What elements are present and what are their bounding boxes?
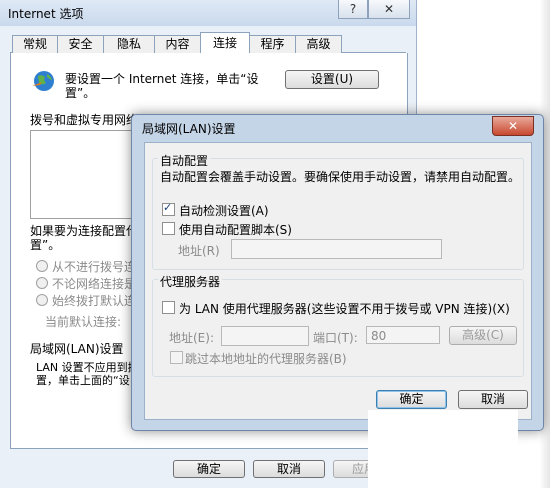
tab-programs[interactable]: 程序 xyxy=(249,35,296,53)
lan-dialog-close-button[interactable]: ✕ xyxy=(492,116,534,136)
bypass-local-label: 跳过本地地址的代理服务器(B) xyxy=(185,352,347,366)
tab-advanced[interactable]: 高级 xyxy=(295,35,342,53)
window-title: Internet 选项 xyxy=(8,7,84,21)
bypass-local-checkbox[interactable] xyxy=(170,351,183,364)
auto-config-address-input[interactable] xyxy=(231,239,442,259)
use-proxy-label: 为 LAN 使用代理服务器(这些设置不用于拨号或 VPN 连接)(X) xyxy=(179,302,510,316)
current-default-label: 当前默认连接: xyxy=(45,315,122,329)
lan-heading: 局域网(LAN)设置 xyxy=(30,342,124,356)
auto-config-script-label: 使用自动配置脚本(S) xyxy=(179,223,292,237)
auto-config-legend: 自动配置 xyxy=(158,152,211,169)
tab-privacy[interactable]: 隐私 xyxy=(103,35,155,53)
radio-never-dial[interactable] xyxy=(36,260,48,272)
auto-detect-label: 自动检测设置(A) xyxy=(179,204,269,218)
radio-always-dial[interactable] xyxy=(36,294,48,306)
setup-text-line2: 置”。 xyxy=(65,86,96,100)
lan-cancel-button[interactable]: 取消 xyxy=(458,390,528,409)
tab-security[interactable]: 安全 xyxy=(57,35,104,53)
proxy-note-line2: 置”。 xyxy=(30,238,61,252)
proxy-address-label: 地址(E): xyxy=(169,331,214,345)
lan-dialog-title: 局域网(LAN)设置 xyxy=(142,122,236,136)
auto-config-address-label: 地址(R) xyxy=(178,244,220,258)
proxy-server-legend: 代理服务器 xyxy=(158,273,223,290)
tab-content[interactable]: 内容 xyxy=(154,35,201,53)
proxy-port-input[interactable]: 80 xyxy=(366,326,440,344)
lan-note-line2: 置，单击上面的“设 xyxy=(36,374,130,387)
globe-icon xyxy=(32,71,54,91)
radio-dial-when-no-network[interactable] xyxy=(36,277,48,289)
setup-button[interactable]: 设置(U) xyxy=(285,70,379,89)
tab-general[interactable]: 常规 xyxy=(12,35,58,53)
radio-dial-when-no-network-label: 不论网络连接是 xyxy=(52,277,137,291)
proxy-port-label: 端口(T): xyxy=(313,331,358,345)
auto-detect-checkbox[interactable] xyxy=(162,201,175,216)
cancel-button[interactable]: 取消 xyxy=(253,460,325,478)
proxy-address-input[interactable] xyxy=(221,326,309,346)
close-button[interactable]: ✕ xyxy=(368,0,410,19)
auto-config-description: 自动配置会覆盖手动设置。要确保使用手动设置，请禁用自动配置。 xyxy=(160,170,521,184)
blank-overlay xyxy=(368,410,518,488)
tab-connections[interactable]: 连接 xyxy=(200,32,250,54)
radio-never-dial-label: 从不进行拨号连 xyxy=(52,260,137,274)
help-button[interactable]: ? xyxy=(338,0,368,19)
auto-config-script-checkbox[interactable] xyxy=(162,222,175,235)
ok-button[interactable]: 确定 xyxy=(173,460,245,478)
dialup-connections-list[interactable] xyxy=(30,130,137,219)
radio-always-dial-label: 始终拨打默认连 xyxy=(52,294,137,308)
proxy-advanced-button[interactable]: 高级(C) xyxy=(449,326,517,345)
use-proxy-checkbox[interactable] xyxy=(162,301,175,314)
lan-ok-button[interactable]: 确定 xyxy=(376,390,447,409)
